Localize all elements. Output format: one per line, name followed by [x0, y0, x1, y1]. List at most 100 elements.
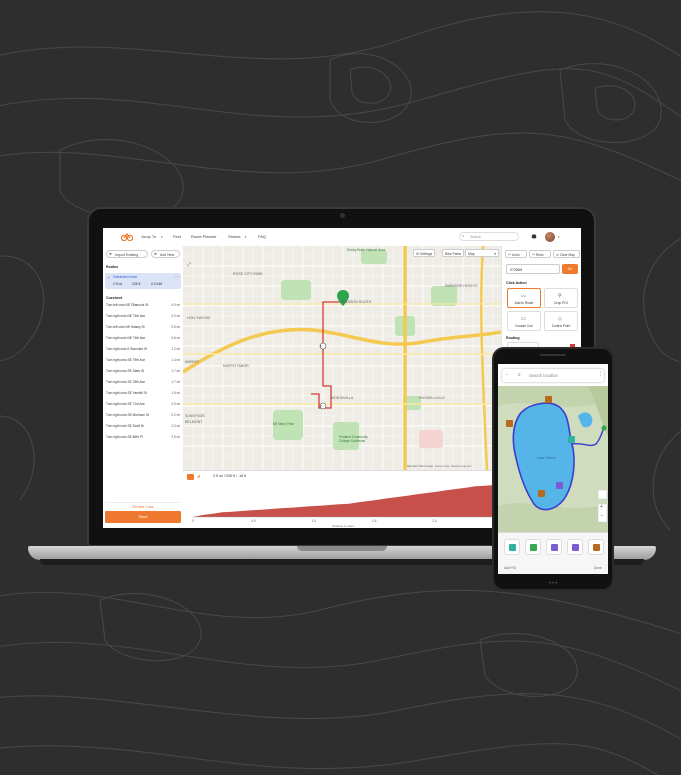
- location-input[interactable]: 97266M: [506, 264, 560, 274]
- route-card[interactable]: ✓ Untracked route ⋯ 2.5 mi 235 ft 0:13:4…: [105, 273, 181, 289]
- poi-pin[interactable]: [538, 490, 545, 497]
- phone-map[interactable]: Lake Tahoe + −: [498, 386, 608, 532]
- map-label: PARKROSE HEIGHTS: [445, 284, 478, 288]
- plus-icon: ⊕: [154, 252, 157, 256]
- chevron-down-icon: ▾: [245, 234, 247, 239]
- map-label: BELMONT: [185, 420, 203, 424]
- cue-distance: 1.9 mi: [171, 391, 180, 395]
- undo-icon: ↶: [508, 252, 511, 257]
- undo-button[interactable]: ↶ Undo: [505, 250, 527, 258]
- nav-jump-to[interactable]: Jump To: [141, 234, 156, 239]
- cue-row[interactable]: Turn left onto NE Halsey St 0.5 mi: [106, 325, 180, 329]
- nav-stories[interactable]: Stories: [228, 234, 240, 239]
- cue-row[interactable]: Turn right onto NE 74th Ave 0.0 mi: [106, 314, 180, 318]
- elevation-toggle-icon[interactable]: [187, 474, 194, 480]
- poi-pin[interactable]: [545, 396, 552, 403]
- clear-map-button[interactable]: ✕ Clear Map: [553, 250, 580, 258]
- search-icon: ⌕: [518, 371, 521, 378]
- poi-type-4[interactable]: [567, 539, 583, 555]
- route-map[interactable]: 1 2 ROSE CITY PARK HOLLYWOOD MADISON SOU…: [183, 246, 501, 470]
- elevation-tick-label: 2.0: [432, 519, 437, 523]
- more-vert-icon[interactable]: ⋮: [598, 371, 603, 377]
- cue-text: Turn right onto NE 74th Ave: [106, 336, 146, 340]
- cue-row[interactable]: Turn right onto NE 74th Ave 0.6 mi: [106, 336, 180, 340]
- routing-heading: Routing: [506, 336, 520, 340]
- logo-icon[interactable]: [121, 232, 133, 241]
- cue-row[interactable]: Turn right onto E Burnside St 1.2 mi: [106, 347, 180, 351]
- custom-cue-action[interactable]: ▭ Custom Cue: [507, 311, 541, 331]
- control-point-action[interactable]: ◇ Control Point: [544, 311, 578, 331]
- elevation-panel: ◢ 2.5 mi +235 ft / -18 ft 00.51.01.52.02…: [183, 470, 501, 528]
- cue-row[interactable]: Turn right onto SE 66th Pl 2.5 mi: [106, 435, 180, 439]
- route-icon: 〰: [521, 294, 527, 300]
- add-to-route-action[interactable]: 〰 Add to Route: [507, 288, 541, 308]
- poi-type-2[interactable]: [525, 539, 541, 555]
- phone-start-pin-icon[interactable]: [601, 425, 607, 431]
- nav-faq[interactable]: FAQ: [258, 234, 266, 239]
- save-button[interactable]: Save: [105, 511, 181, 523]
- go-button[interactable]: Go: [562, 264, 578, 274]
- bike-paths-toggle[interactable]: Bike Paths: [442, 249, 465, 257]
- poi-icon: [509, 544, 516, 551]
- poi-tray: Add POI Done: [498, 532, 608, 574]
- poi-type-1[interactable]: [504, 539, 520, 555]
- expand-icon[interactable]: ⤢: [187, 262, 191, 268]
- poi-pin[interactable]: [556, 482, 563, 489]
- add-new-button[interactable]: ⊕ Add New: [151, 250, 180, 258]
- cue-row[interactable]: Turn right onto SE 76th Ave 1.7 mi: [106, 380, 180, 384]
- elevation-area[interactable]: [193, 485, 495, 517]
- map-label: ROSE CITY PARK: [233, 272, 263, 276]
- cue-text: Turn right onto SE 76th Ave: [106, 380, 145, 384]
- elevation-tick-label: 1.5: [372, 519, 377, 523]
- cue-distance: 2.0 mi: [171, 402, 180, 406]
- cue-text: Turn right onto SE Stark St: [106, 369, 144, 373]
- elevation-grade-icon[interactable]: ◢: [197, 474, 200, 478]
- cue-distance: 1.7 mi: [171, 380, 180, 384]
- import-existing-button[interactable]: ⊕ Import Existing: [106, 250, 148, 258]
- settings-button[interactable]: ⚙ Settings: [413, 249, 436, 257]
- poi-icon: [551, 544, 558, 551]
- review-cues-button[interactable]: Review Cues: [105, 502, 181, 511]
- redo-button[interactable]: ↷ Redo: [529, 250, 551, 258]
- cue-row[interactable]: Turn right onto SE Stark St 1.7 mi: [106, 369, 180, 373]
- phone-layers-button[interactable]: [597, 489, 608, 500]
- map-footer: Map data ©2024 Google · Terms of Use · R…: [407, 465, 472, 468]
- cue-row[interactable]: Turn right onto SE Yamhill St 1.9 mi: [106, 391, 180, 395]
- chevron-down-icon: ▾: [161, 234, 163, 239]
- cue-row[interactable]: Turn left onto NE Tillamook St 0.0 mi: [106, 303, 180, 307]
- cue-row[interactable]: Turn right onto SE 79th Ave 1.4 mi: [106, 358, 180, 362]
- nav-route-planner[interactable]: Route Planner: [191, 234, 217, 239]
- cue-row[interactable]: Turn right onto SE Scott Dr 2.3 mi: [106, 424, 180, 428]
- back-arrow-icon[interactable]: ←: [505, 371, 510, 377]
- cue-row[interactable]: Turn right onto SE 71st Ave 2.0 mi: [106, 402, 180, 406]
- control-point-icon: ◇: [558, 316, 562, 322]
- add-poi-button[interactable]: Add POI: [504, 566, 516, 570]
- drop-poi-action[interactable]: ⚲ Drop POI: [544, 288, 578, 308]
- avatar[interactable]: [545, 232, 555, 242]
- map-type-select[interactable]: Map ▾: [465, 249, 499, 257]
- map-label: HOLLYWOOD: [187, 316, 211, 320]
- cue-text: Turn right onto SE Morrison St: [106, 413, 149, 417]
- cue-text: Turn right onto SE 71st Ave: [106, 402, 145, 406]
- done-button[interactable]: Done: [594, 566, 602, 570]
- poi-pin[interactable]: [568, 436, 575, 443]
- cue-text: Turn left onto NE Tillamook St: [106, 303, 149, 307]
- poi-type-3[interactable]: [546, 539, 562, 555]
- nav-find[interactable]: Find: [173, 234, 181, 239]
- phone-screen: Lake Tahoe + − Search location ← ⌕ ⋮ Add…: [498, 364, 608, 574]
- route-time: 0:13:48: [151, 281, 163, 286]
- more-icon[interactable]: ⋯: [175, 274, 179, 279]
- map-label: MONTAVILLA: [331, 396, 354, 400]
- bell-icon[interactable]: [531, 233, 537, 240]
- elevation-chart[interactable]: 00.51.01.52.02.5distance in miles: [183, 481, 501, 528]
- cue-icon: ▭: [521, 316, 526, 322]
- route-name: Untracked route: [113, 275, 138, 279]
- lake-label: Lake Tahoe: [537, 456, 556, 460]
- cue-row[interactable]: Turn right onto SE Morrison St 2.2 mi: [106, 413, 180, 417]
- zoom-out-icon[interactable]: −: [601, 513, 604, 519]
- elevation-tick-label: 0: [192, 519, 194, 523]
- poi-type-5[interactable]: [588, 539, 604, 555]
- search-input[interactable]: Search: [459, 232, 519, 241]
- zoom-in-icon[interactable]: +: [600, 504, 603, 510]
- poi-pin[interactable]: [506, 420, 513, 427]
